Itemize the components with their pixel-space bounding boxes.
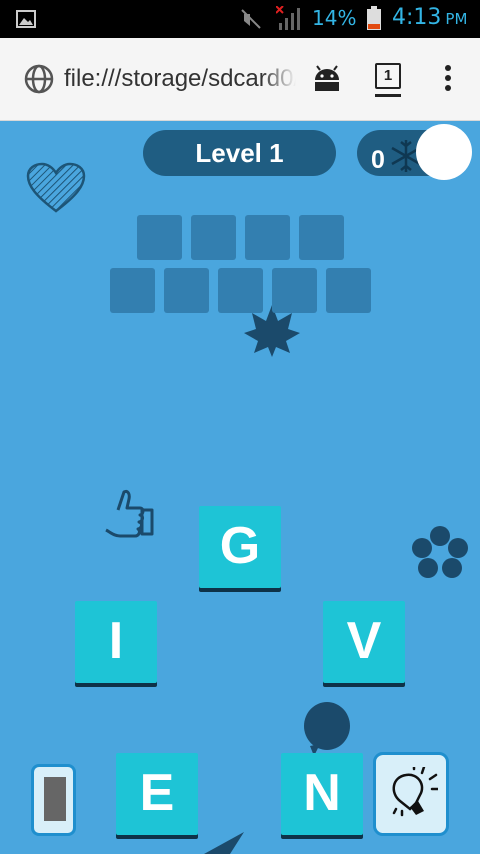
- android-icon[interactable]: [312, 64, 342, 94]
- answer-slot: [245, 215, 290, 260]
- signal-icon: [276, 6, 300, 30]
- heart-icon: [26, 162, 86, 213]
- lightbulb-icon: [392, 767, 438, 817]
- shuffle-button[interactable]: [31, 764, 76, 836]
- overflow-menu-icon[interactable]: [440, 65, 456, 95]
- mute-icon: [241, 9, 261, 29]
- browser-toolbar: file:///storage/sdcard0/ 1: [0, 38, 480, 121]
- answer-slot: [326, 268, 371, 313]
- hint-lightbulb-button[interactable]: [373, 752, 449, 836]
- status-bar: 14% 4:13 PM: [0, 0, 480, 38]
- answer-slot: [272, 268, 317, 313]
- balloon-icon: [304, 702, 350, 756]
- thumbs-up-icon: [105, 490, 154, 538]
- shuffle-icon: [44, 777, 66, 821]
- clock: 4:13 PM: [392, 5, 468, 30]
- battery-icon: [367, 6, 381, 30]
- answer-slot: [191, 215, 236, 260]
- letter-tile-e[interactable]: E: [116, 753, 198, 835]
- letter-tile-g[interactable]: G: [199, 506, 281, 588]
- level-label: Level 1: [143, 130, 336, 176]
- answer-slot: [137, 215, 182, 260]
- letter-tile-i[interactable]: I: [75, 601, 157, 683]
- score-value: 0: [371, 146, 385, 174]
- answer-slot: [218, 268, 263, 313]
- coin-button[interactable]: [416, 124, 472, 180]
- globe-icon: [24, 64, 54, 94]
- url-field[interactable]: file:///storage/sdcard0/: [64, 65, 296, 95]
- answer-slot: [164, 268, 209, 313]
- letter-tile-n[interactable]: N: [281, 753, 363, 835]
- arrow-decoration-icon: [204, 832, 244, 854]
- image-icon: [16, 10, 36, 28]
- letter-tile-v[interactable]: V: [323, 601, 405, 683]
- battery-percent: 14%: [312, 6, 357, 30]
- answer-slot: [299, 215, 344, 260]
- answer-slot: [110, 268, 155, 313]
- flower-icon: [412, 526, 468, 578]
- tabs-button[interactable]: 1: [375, 63, 401, 89]
- tabs-underline: [375, 94, 401, 97]
